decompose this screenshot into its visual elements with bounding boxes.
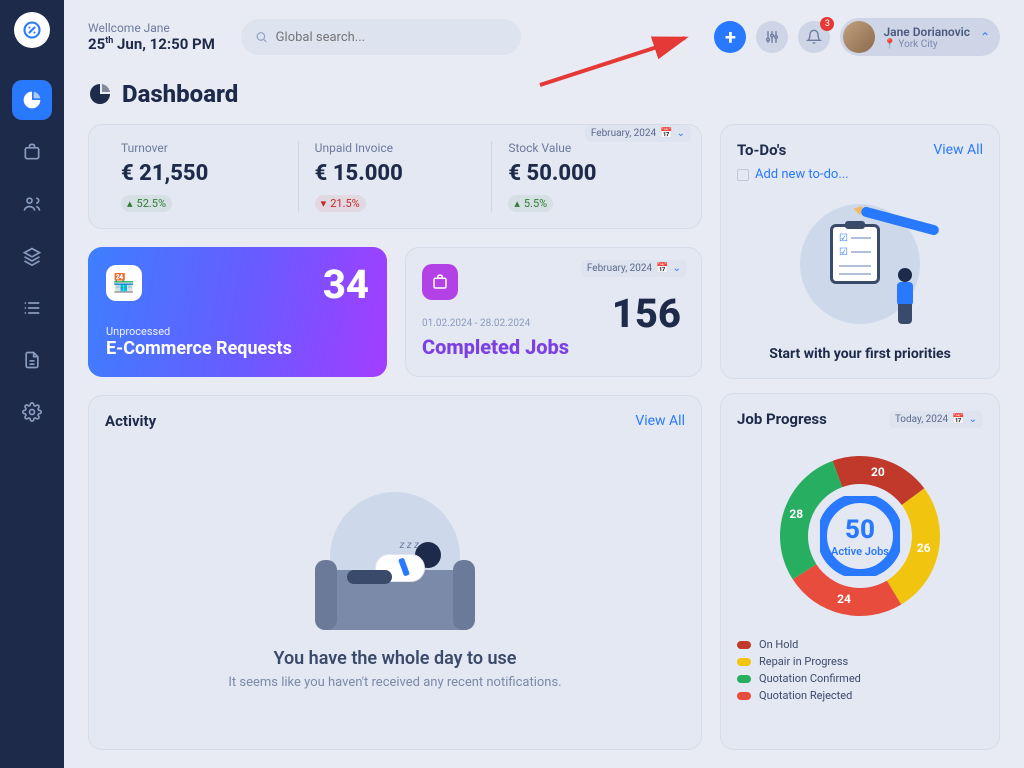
jobs-count: 156 [612, 290, 681, 337]
unpaid-delta: ▾ 21.5% [315, 195, 366, 212]
sidebar [0, 0, 64, 768]
main-content: Wellcome Jane 25th Jun, 12:50 PM + 3 Jan… [64, 0, 1024, 768]
ecommerce-card[interactable]: 🏪 34 Unprocessed E-Commerce Requests [88, 247, 387, 377]
legend-item: Quotation Confirmed [737, 672, 983, 685]
user-name: Jane Dorianovic [883, 25, 970, 39]
global-search[interactable] [241, 19, 521, 55]
avatar [843, 21, 875, 53]
stats-date-filter[interactable]: February, 2024 📅 ⌄ [585, 125, 691, 142]
store-icon: 🏪 [106, 265, 142, 301]
jobs-date-filter[interactable]: February, 2024 📅 ⌄ [581, 260, 687, 277]
logo [14, 12, 50, 48]
nav-settings[interactable] [12, 392, 52, 432]
legend-item: On Hold [737, 638, 983, 651]
completed-jobs-card[interactable]: February, 2024 📅 ⌄ 156 01.02.2024 - 28.0… [405, 247, 702, 377]
nav-documents[interactable] [12, 340, 52, 380]
todos-title: To-Do's [737, 141, 786, 159]
todos-empty-title: Start with your first priorities [769, 346, 951, 362]
todos-illustration: ☑ ☑ [790, 194, 930, 334]
progress-date-filter[interactable]: Today, 2024 📅 ⌄ [889, 411, 983, 428]
nav-list[interactable] [12, 288, 52, 328]
user-location: 📍 York City [883, 39, 970, 50]
stat-stock: Stock Value € 50.000 ▴ 5.5% [492, 141, 685, 212]
user-menu[interactable]: Jane Dorianovic 📍 York City ⌃ [840, 18, 1000, 56]
nav-dashboard[interactable] [12, 80, 52, 120]
stat-unpaid: Unpaid Invoice € 15.000 ▾ 21.5% [299, 141, 493, 212]
progress-title: Job Progress [737, 410, 827, 428]
current-datetime: 25th Jun, 12:50 PM [88, 35, 215, 53]
todos-card: To-Do's View All Add new to-do... ☑ ☑ [720, 124, 1000, 379]
briefcase-icon [422, 264, 458, 300]
welcome-prefix: Wellcome [88, 21, 144, 35]
search-icon [255, 30, 268, 44]
stats-card: February, 2024 📅 ⌄ Turnover € 21,550 ▴ 5… [88, 124, 702, 229]
notifications-button[interactable]: 3 [798, 21, 830, 53]
activity-title: Activity [105, 412, 156, 430]
turnover-delta: ▴ 52.5% [121, 195, 172, 212]
legend-item: Repair in Progress [737, 655, 983, 668]
nav-customers[interactable] [12, 184, 52, 224]
activity-view-all[interactable]: View All [635, 413, 685, 429]
activity-empty-sub: It seems like you haven't received any r… [228, 675, 561, 690]
sliders-icon [764, 29, 780, 45]
nav-jobs[interactable] [12, 132, 52, 172]
dashboard-icon [88, 82, 112, 106]
activity-illustration: z z z [310, 482, 480, 642]
search-input[interactable] [276, 30, 507, 45]
stat-turnover: Turnover € 21,550 ▴ 52.5% [105, 141, 299, 212]
welcome-block: Wellcome Jane 25th Jun, 12:50 PM [88, 21, 215, 53]
topbar: Wellcome Jane 25th Jun, 12:50 PM + 3 Jan… [88, 18, 1000, 56]
activity-card: Activity View All z z z You have the who… [88, 395, 702, 750]
welcome-name: Jane [144, 21, 170, 35]
bell-icon [806, 29, 822, 45]
legend-item: Quotation Rejected [737, 689, 983, 702]
filters-button[interactable] [756, 21, 788, 53]
todos-view-all[interactable]: View All [933, 142, 983, 158]
progress-legend: On Hold Repair in Progress Quotation Confi… [737, 638, 983, 706]
notif-badge: 3 [820, 17, 834, 31]
job-progress-card: Job Progress Today, 2024 📅 ⌄ 50 Active J… [720, 393, 1000, 750]
add-todo[interactable]: Add new to-do... [737, 167, 849, 182]
job-progress-donut: 50 Active Jobs 20262428 [770, 446, 950, 626]
checkbox-icon [737, 169, 749, 181]
nav-inventory[interactable] [12, 236, 52, 276]
stock-delta: ▴ 5.5% [508, 195, 553, 212]
add-button[interactable]: + [714, 21, 746, 53]
chevron-up-icon: ⌃ [980, 30, 990, 44]
ecom-count: 34 [323, 265, 369, 305]
page-title: Dashboard [88, 80, 1000, 108]
activity-empty-title: You have the whole day to use [273, 648, 516, 669]
